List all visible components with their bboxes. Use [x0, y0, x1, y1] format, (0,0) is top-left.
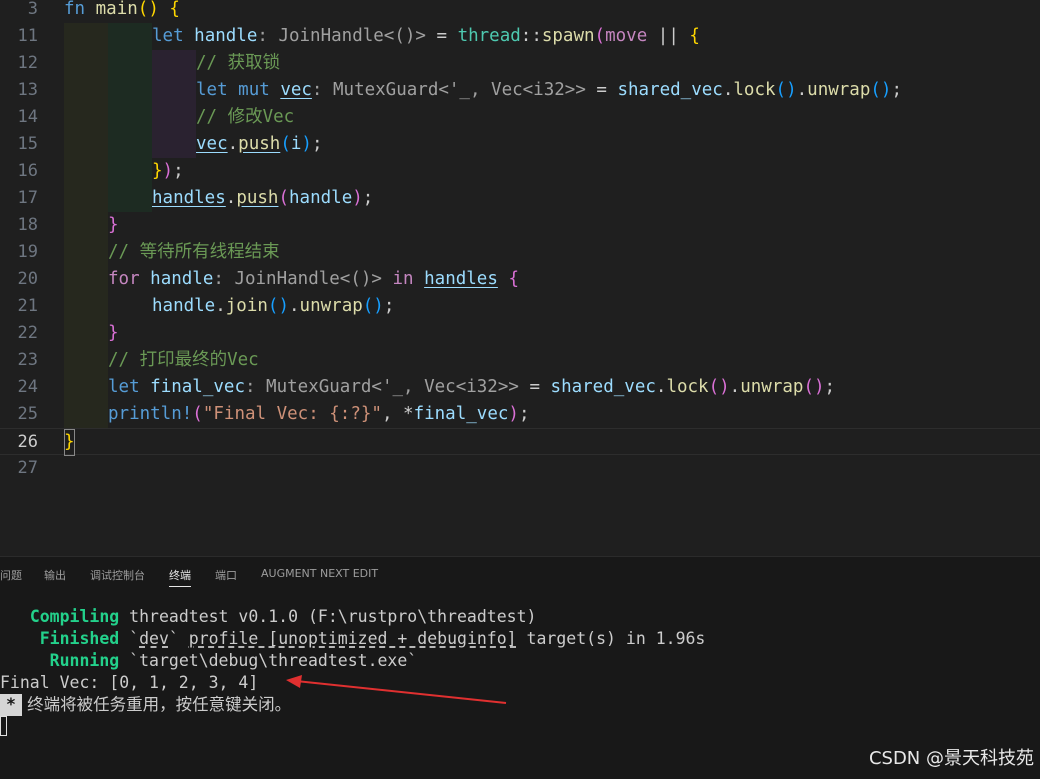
annotation-arrow-icon: [286, 675, 507, 704]
watermark: CSDN @景天科技苑: [868, 748, 1034, 769]
